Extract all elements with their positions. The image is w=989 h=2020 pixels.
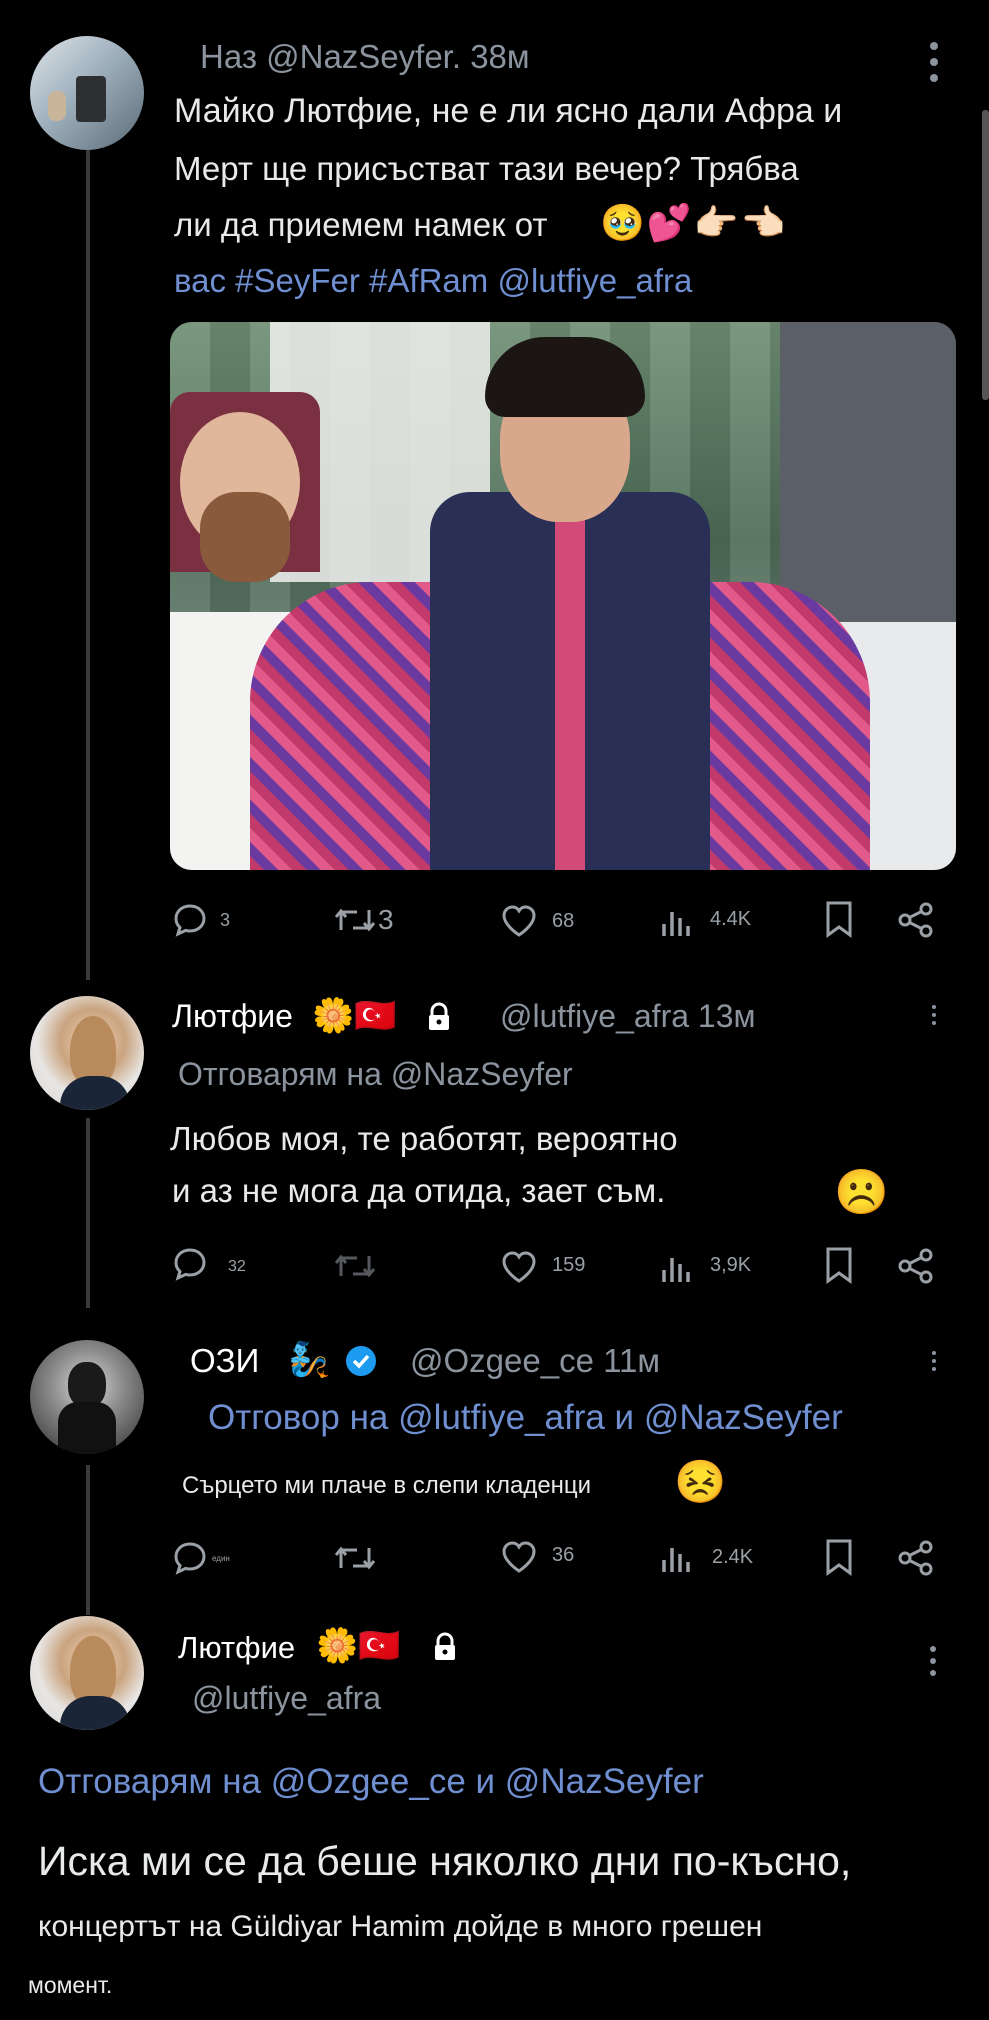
verified-badge-icon [344, 1344, 378, 1378]
more-icon[interactable] [930, 1004, 938, 1026]
like-icon[interactable] [500, 1250, 538, 1284]
tweet-text-line: Иска ми се да беше няколко дни по-късно, [38, 1838, 852, 1884]
display-name[interactable]: Лютфие [172, 998, 293, 1035]
handle[interactable]: @lutfiye_afra [192, 1680, 381, 1717]
tweet-text-line: ли да приемем намек от [174, 206, 548, 243]
bookmark-icon[interactable] [824, 1246, 854, 1284]
more-icon[interactable] [930, 1350, 938, 1372]
views-icon[interactable] [660, 1250, 692, 1284]
lock-icon [426, 1002, 452, 1032]
views-icon[interactable] [660, 904, 692, 938]
frown-emoji: ☹️ [834, 1168, 889, 1217]
retweet-count: 3 [378, 904, 394, 935]
hashtags-link[interactable]: вас #SeyFer #AfRam @lutfiye_afra [174, 262, 692, 300]
views-count: 4.4K [710, 908, 752, 930]
like-icon[interactable] [500, 1540, 538, 1574]
views-count: 2.4K [712, 1546, 754, 1568]
tweet-text-line: и аз не мога да отида, зает съм. [172, 1172, 666, 1209]
tweet-text-line: Любов моя, те работят, вероятно [170, 1120, 678, 1157]
retweet-icon[interactable] [332, 904, 378, 936]
avatar[interactable] [30, 1340, 144, 1454]
reply-count: един [212, 1554, 230, 1563]
tweet-text-line: момент. [28, 1972, 113, 1998]
thread-line [86, 150, 90, 980]
tweet-text-line: концертът на Güldiyar Hamim дойде в мног… [38, 1910, 763, 1943]
name-emojis: 🌼🇹🇷 [316, 1627, 401, 1665]
like-count: 68 [552, 910, 575, 932]
emoji-group: 🥹💕👉🏻👈🏻 [600, 202, 788, 243]
tweet-text: Сърцето ми плаче в слепи кладенци [182, 1472, 592, 1499]
tweet-media-image[interactable] [170, 322, 956, 870]
reply-icon[interactable] [172, 1540, 208, 1576]
share-icon[interactable] [896, 1540, 936, 1576]
handle-time[interactable]: @lutfiye_afra 13м [500, 998, 756, 1035]
like-count: 36 [552, 1544, 575, 1566]
persevering-emoji: 😣 [674, 1458, 727, 1505]
retweet-icon[interactable] [332, 1250, 378, 1282]
tweet-text-line: Мерт ще присъстват тази вечер? Трябва [174, 150, 799, 187]
tweet-header: Наз @NazSeyfer. 38м [200, 38, 530, 75]
reply-to-label[interactable]: Отговарям на @NazSeyfer [178, 1056, 573, 1093]
display-name[interactable]: Лютфие [178, 1630, 295, 1666]
reply-icon[interactable] [172, 1246, 208, 1282]
avatar[interactable] [30, 1616, 144, 1730]
share-icon[interactable] [896, 902, 936, 938]
name-emojis: 🌼🇹🇷 [312, 997, 397, 1035]
reply-icon[interactable] [172, 902, 208, 938]
like-icon[interactable] [500, 904, 538, 938]
thread-line [86, 1465, 90, 1615]
share-icon[interactable] [896, 1248, 936, 1284]
bookmark-icon[interactable] [824, 1538, 854, 1576]
reply-count: 3 [220, 910, 231, 930]
more-icon[interactable] [926, 40, 942, 84]
reply-to-label[interactable]: Отговор на @lutfiye_afra и @NazSeyfer [208, 1398, 843, 1438]
scrollbar[interactable] [982, 110, 989, 400]
tweet-text-line: Майко Лютфие, не е ли ясно дали Афра и [174, 92, 843, 130]
reply-to-label[interactable]: Отговарям на @Ozgee_ce и @NazSeyfer [38, 1762, 704, 1802]
avatar[interactable] [30, 36, 144, 150]
name-emoji: 🧞 [288, 1341, 331, 1379]
views-icon[interactable] [660, 1540, 692, 1574]
handle-time[interactable]: @Ozgee_ce 11м [410, 1342, 660, 1380]
views-count: 3,9K [710, 1254, 752, 1276]
thread-line [86, 1118, 90, 1308]
bookmark-icon[interactable] [824, 900, 854, 938]
retweet-icon[interactable] [332, 1542, 378, 1574]
reply-count: 32 [228, 1258, 246, 1275]
avatar[interactable] [30, 996, 144, 1110]
lock-icon [432, 1632, 458, 1662]
more-icon[interactable] [928, 1644, 938, 1678]
like-count: 159 [552, 1254, 586, 1276]
display-name[interactable]: ОЗИ [190, 1342, 259, 1380]
